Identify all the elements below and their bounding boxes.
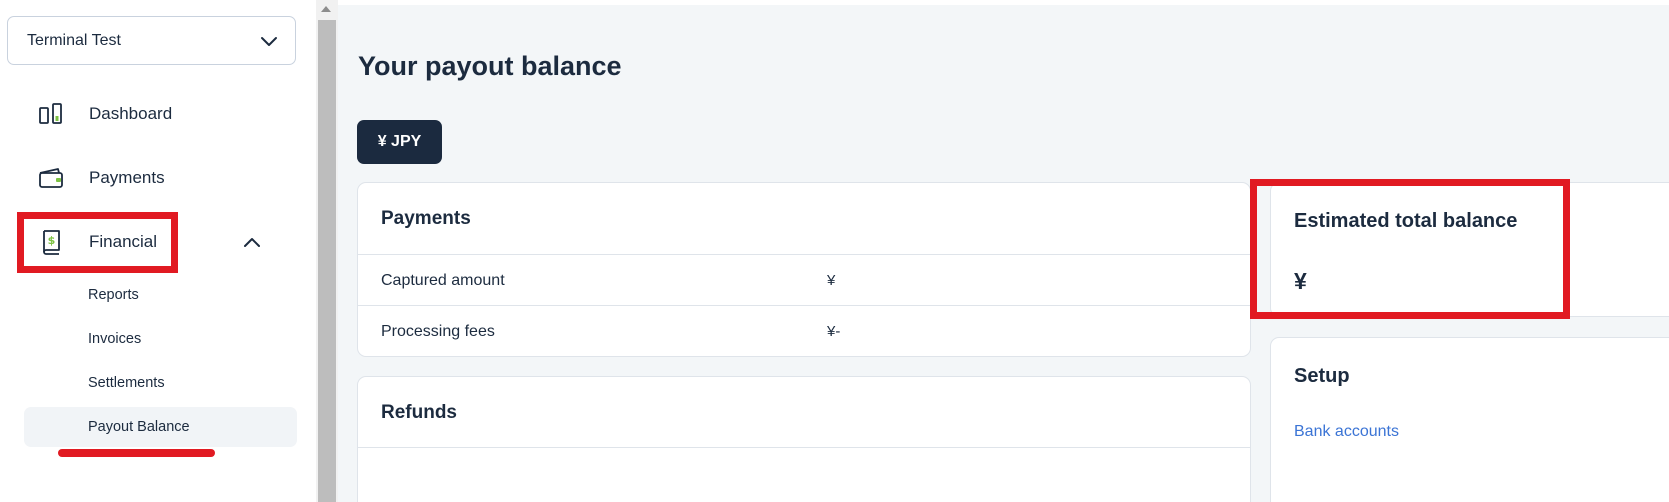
processing-fees-value: ¥-: [827, 323, 841, 340]
currency-jpy-button[interactable]: ¥ JPY: [357, 120, 442, 164]
divider: [358, 305, 1250, 306]
nav-item-financial[interactable]: $ Financial: [36, 224, 276, 260]
scroll-up-arrow-icon[interactable]: [321, 6, 331, 12]
highlight-underline-payout-balance: [58, 449, 215, 457]
nav-item-label: Payments: [89, 168, 165, 187]
bank-accounts-link[interactable]: Bank accounts: [1294, 423, 1399, 441]
nav-item-label: Dashboard: [89, 104, 173, 123]
account-select[interactable]: Terminal Test: [7, 16, 296, 65]
svg-text:$: $: [48, 234, 56, 247]
sidebar-item-invoices[interactable]: Invoices: [88, 331, 141, 347]
nav-item-label: Financial: [89, 232, 158, 251]
dashboard-icon: [36, 99, 66, 129]
captured-amount-value: ¥: [827, 272, 836, 289]
scrollbar-thumb[interactable]: [318, 20, 336, 502]
divider: [358, 447, 1250, 448]
payments-card-title: Payments: [381, 208, 471, 229]
scrollbar[interactable]: [316, 0, 338, 502]
estimated-balance-value: ¥: [1294, 268, 1307, 294]
refunds-card-title: Refunds: [381, 402, 457, 423]
wallet-icon: [36, 163, 66, 193]
chevron-down-icon: [261, 36, 277, 46]
sidebar-item-reports[interactable]: Reports: [88, 287, 139, 303]
financial-book-icon: $: [36, 227, 66, 257]
sidebar-item-settlements[interactable]: Settlements: [88, 375, 165, 391]
sidebar: Terminal Test Dashboard Payments $ Finan…: [0, 0, 316, 502]
estimated-balance-title: Estimated total balance: [1294, 210, 1518, 232]
chevron-up-icon[interactable]: [242, 233, 262, 251]
nav-item-dashboard[interactable]: Dashboard: [36, 96, 172, 132]
divider: [358, 254, 1250, 255]
sidebar-item-payout-balance[interactable]: Payout Balance: [88, 419, 190, 435]
setup-card-title: Setup: [1294, 365, 1350, 387]
setup-card: Setup Bank accounts: [1270, 337, 1669, 502]
main-content: Your payout balance ¥ JPY Payments Captu…: [338, 5, 1669, 502]
estimated-balance-card: Estimated total balance ¥: [1270, 182, 1669, 317]
refunds-card: Refunds: [357, 376, 1251, 502]
captured-amount-label: Captured amount: [381, 272, 505, 289]
payments-card: Payments Captured amount ¥ Processing fe…: [357, 182, 1251, 357]
account-select-value: Terminal Test: [27, 31, 121, 49]
nav-item-payments[interactable]: Payments: [36, 160, 165, 196]
page-title: Your payout balance: [358, 51, 622, 81]
processing-fees-label: Processing fees: [381, 323, 495, 340]
